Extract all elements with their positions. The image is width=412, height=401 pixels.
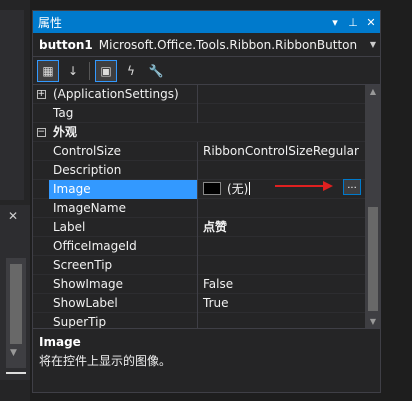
property-row[interactable]: Description <box>33 160 365 180</box>
property-name: (ApplicationSettings) <box>49 85 198 104</box>
close-icon[interactable]: ✕ <box>8 209 18 223</box>
categorized-icon[interactable]: ▦ <box>37 59 59 82</box>
description-title: Image <box>39 335 81 349</box>
toolbar-separator <box>89 61 90 80</box>
scroll-up-icon[interactable]: ▲ <box>365 87 380 96</box>
property-row[interactable]: + (ApplicationSettings) <box>33 85 365 104</box>
scrollbar-thumb[interactable] <box>368 207 378 311</box>
category-row[interactable]: − 外观 <box>33 123 365 142</box>
scroll-down-icon[interactable]: ▼ <box>10 348 17 358</box>
collapse-icon[interactable]: − <box>36 127 46 137</box>
alphabetical-icon[interactable]: ↓ <box>62 60 84 82</box>
property-value[interactable]: False <box>198 275 365 294</box>
image-preview-swatch <box>203 181 221 195</box>
property-name: Image <box>49 179 198 199</box>
property-value[interactable] <box>198 237 365 256</box>
property-name: Description <box>49 160 198 180</box>
events-icon[interactable]: ϟ <box>120 60 142 82</box>
properties-window: 属性 ▾ ⊥ ✕ button1 Microsoft.Office.Tools.… <box>32 10 381 393</box>
property-name: ImageName <box>49 198 198 218</box>
scrollbar-thumb[interactable] <box>10 264 22 344</box>
property-value[interactable] <box>198 256 365 275</box>
row-margin: − <box>33 127 49 137</box>
property-name: ControlSize <box>49 141 198 161</box>
property-row[interactable]: Label 点赞 <box>33 217 365 237</box>
property-name: ShowLabel <box>49 293 198 313</box>
property-row[interactable]: OfficeImageId <box>33 236 365 256</box>
scroll-down-icon[interactable]: ▼ <box>365 317 380 326</box>
image-browse-button[interactable]: ... <box>343 179 361 195</box>
row-margin: + <box>33 89 49 99</box>
property-name: ScreenTip <box>49 255 198 275</box>
property-name: SuperTip <box>49 312 198 328</box>
property-name: Tag <box>49 103 198 123</box>
property-value[interactable] <box>198 313 365 329</box>
title-bar[interactable]: 属性 ▾ ⊥ ✕ <box>33 11 380 33</box>
property-value[interactable] <box>198 161 365 180</box>
description-text: 将在控件上显示的图像。 <box>39 354 172 368</box>
property-name: OfficeImageId <box>49 236 198 256</box>
property-grid-scrollbar[interactable]: ▲ ▼ <box>365 85 380 328</box>
property-value-text: (无) <box>227 181 249 196</box>
chevron-down-icon[interactable]: ▼ <box>366 40 380 49</box>
property-row[interactable]: ShowLabel True <box>33 293 365 313</box>
expand-icon[interactable]: + <box>36 89 46 99</box>
property-value[interactable] <box>198 85 365 104</box>
property-grid: + (ApplicationSettings) Tag − 外观 ControlSize R… <box>33 85 380 328</box>
annotation-arrow <box>275 181 333 191</box>
property-value[interactable]: RibbonControlSizeRegular <box>198 142 365 161</box>
object-name: button1 <box>39 37 93 52</box>
properties-toolbar: ▦ ↓ ▣ ϟ 🔧 <box>33 57 380 85</box>
property-value[interactable] <box>198 199 365 218</box>
adjacent-scrollbar[interactable]: ▼ <box>6 258 26 368</box>
window-title: 属性 <box>38 15 63 30</box>
property-row[interactable]: ShowImage False <box>33 274 365 294</box>
window-menu-icon[interactable]: ▾ <box>326 16 344 29</box>
divider <box>6 372 26 374</box>
property-value[interactable]: 点赞 <box>198 218 365 237</box>
right-margin <box>382 0 412 401</box>
text-cursor <box>249 181 251 195</box>
property-name: Label <box>49 217 198 237</box>
object-type: Microsoft.Office.Tools.Ribbon.RibbonButt… <box>98 37 358 52</box>
description-panel: Image 将在控件上显示的图像。 <box>33 328 380 392</box>
property-value[interactable] <box>198 104 365 123</box>
pin-icon[interactable]: ⊥ <box>344 16 362 29</box>
adjacent-pane: ✕ ▼ <box>0 0 30 401</box>
object-selector[interactable]: button1 Microsoft.Office.Tools.Ribbon.Ri… <box>33 33 380 57</box>
property-row[interactable]: ImageName <box>33 198 365 218</box>
property-row[interactable]: SuperTip <box>33 312 365 329</box>
property-name: 外观 <box>53 124 78 139</box>
close-icon[interactable]: ✕ <box>362 16 380 29</box>
property-row[interactable]: ControlSize RibbonControlSizeRegular <box>33 141 365 161</box>
property-name: ShowImage <box>49 274 198 294</box>
property-row[interactable]: Tag <box>33 103 365 123</box>
property-row[interactable]: ScreenTip <box>33 255 365 275</box>
property-value[interactable]: True <box>198 294 365 313</box>
property-pages-icon[interactable]: 🔧 <box>145 60 167 82</box>
properties-icon[interactable]: ▣ <box>95 59 117 82</box>
adjacent-pane-top <box>0 10 24 200</box>
